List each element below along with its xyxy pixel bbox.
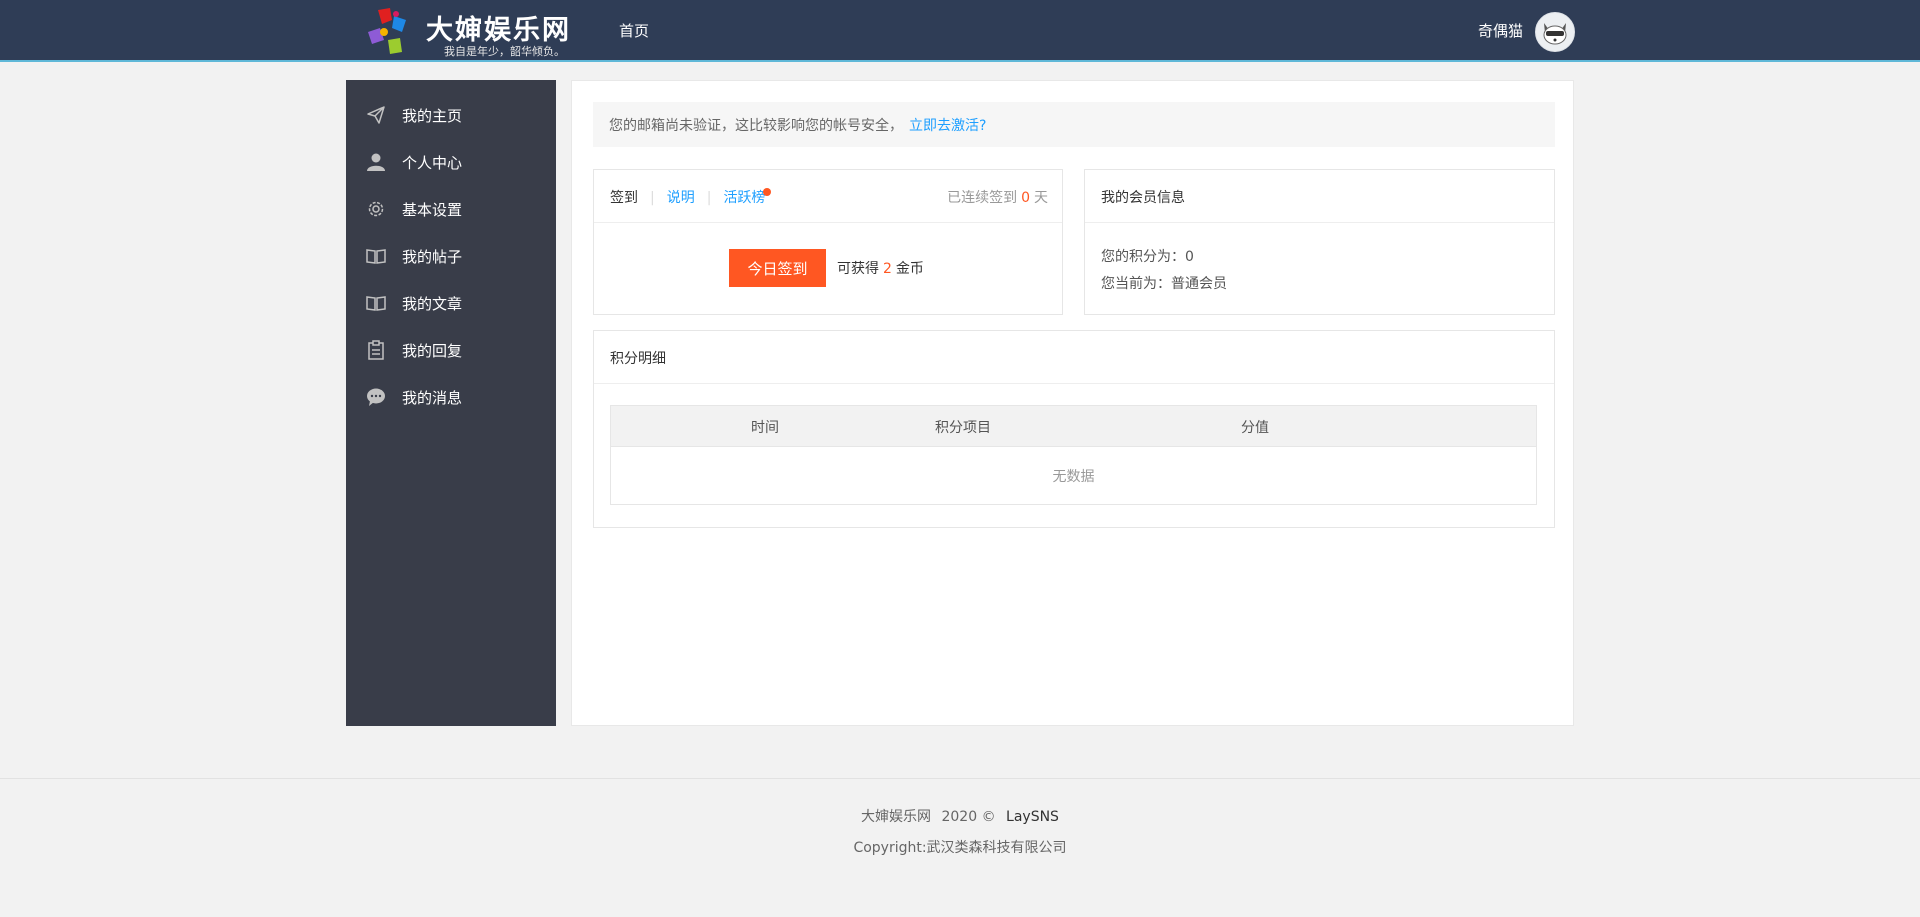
table-header: 时间 积分项目 分值 [611, 406, 1536, 447]
footer-copyright: Copyright:武汉类森科技有限公司 [853, 840, 1067, 856]
site-slogan: 我自是年少，韶华倾负。 [444, 45, 565, 58]
tab-separator: | [706, 190, 712, 206]
member-info-card: 我的会员信息 您的积分为：0 您当前为：普通会员 [1084, 169, 1555, 315]
signin-card: 签到 | 说明 | 活跃榜 已连续签到 0 天 今日签到 可获得 2 金币 [593, 169, 1063, 315]
activate-email-link[interactable]: 立即去激活? [909, 118, 986, 134]
member-level: 您当前为：普通会员 [1101, 276, 1227, 292]
signin-card-header: 签到 | 说明 | 活跃榜 已连续签到 0 天 [594, 170, 1062, 223]
notice-text: 您的邮箱尚未验证，这比较影响您的帐号安全， [609, 118, 903, 134]
user-icon [367, 153, 385, 171]
column-header-time: 时间 [751, 420, 779, 436]
footer-site-name[interactable]: 大婶娱乐网 [861, 809, 931, 825]
points-table: 时间 积分项目 分值 无数据 [610, 405, 1537, 505]
signin-today-button[interactable]: 今日签到 [729, 249, 826, 287]
footer: 大婶娱乐网 2020 © LaySNS Copyright:武汉类森科技有限公司 [0, 778, 1920, 917]
site-logo[interactable]: 大婶娱乐网 我自是年少，韶华倾负。 [364, 6, 574, 58]
chat-icon [367, 388, 385, 406]
sidebar-item-articles[interactable]: 我的文章 [346, 283, 556, 323]
book-icon [366, 249, 386, 264]
notification-dot [763, 188, 772, 196]
notice-text-wrap: 您的邮箱尚未验证，这比较影响您的帐号安全， 立即去激活? [609, 115, 986, 135]
sidebar-item-label: 我的主页 [402, 107, 463, 125]
gear-icon [368, 201, 384, 217]
top-header: 大婶娱乐网 我自是年少，韶华倾负。 首页 奇偶猫 [0, 0, 1920, 62]
main-panel: 您的邮箱尚未验证，这比较影响您的帐号安全， 立即去激活? 签到 | 说明 | 活跃榜 已连… [571, 80, 1574, 726]
username-link[interactable]: 奇偶猫 [1478, 20, 1523, 41]
sidebar-item-posts[interactable]: 我的帖子 [346, 236, 556, 276]
member-card-title: 我的会员信息 [1101, 190, 1185, 206]
sidebar-item-label: 我的回复 [402, 342, 463, 360]
streak-suffix: 天 [1034, 190, 1048, 206]
column-header-value: 分值 [1241, 420, 1269, 436]
tab-active-rank[interactable]: 活跃榜 [723, 188, 772, 206]
sidebar-item-replies[interactable]: 我的回复 [346, 330, 556, 370]
sidebar-item-label: 基本设置 [402, 201, 463, 219]
sidebar: 我的主页 个人中心 基本设置 我的帖子 我的文章 我的回复 我的消息 [346, 80, 556, 726]
reward-amount: 2 [883, 261, 892, 277]
tab-separator: | [650, 190, 655, 206]
sidebar-item-home[interactable]: 我的主页 [346, 95, 556, 135]
points-card-header: 积分明细 [594, 331, 1554, 384]
streak-days: 0 [1021, 190, 1030, 206]
points-detail-card: 积分明细 时间 积分项目 分值 无数据 [593, 330, 1555, 528]
tab-signin[interactable]: 签到 [610, 190, 638, 206]
reward-suffix: 金币 [895, 261, 924, 277]
email-verify-notice: 您的邮箱尚未验证，这比较影响您的帐号安全， 立即去激活? [593, 102, 1555, 147]
site-name: 大婶娱乐网 [426, 15, 571, 46]
table-empty-state: 无数据 [1052, 469, 1095, 485]
sidebar-item-label: 我的文章 [402, 295, 463, 313]
sidebar-item-profile[interactable]: 个人中心 [346, 142, 556, 182]
sidebar-item-settings[interactable]: 基本设置 [346, 189, 556, 229]
book-icon [366, 296, 386, 311]
signin-streak: 已连续签到 0 天 [947, 187, 1048, 207]
avatar[interactable] [1535, 12, 1575, 52]
nav-home-link[interactable]: 首页 [619, 20, 649, 41]
sidebar-item-label: 我的帖子 [402, 248, 463, 266]
logo-flowers-icon [368, 8, 406, 54]
footer-brand-link[interactable]: LaySNS [1006, 809, 1059, 825]
clipboard-icon [368, 340, 384, 360]
signin-tabs: 签到 | 说明 | 活跃榜 [610, 187, 772, 207]
cat-avatar-icon [1536, 13, 1574, 51]
streak-prefix: 已连续签到 [947, 190, 1018, 206]
signin-reward: 可获得 2 金币 [837, 258, 924, 278]
points-card-title: 积分明细 [610, 351, 666, 367]
sidebar-item-label: 我的消息 [402, 389, 463, 407]
tab-explain[interactable]: 说明 [667, 190, 695, 206]
paper-plane-icon [367, 106, 385, 124]
member-card-header: 我的会员信息 [1085, 170, 1554, 223]
footer-year: 2020 © [941, 809, 996, 825]
reward-prefix: 可获得 [837, 261, 879, 277]
footer-line-1: 大婶娱乐网 2020 © LaySNS [0, 806, 1920, 826]
tab-active-rank-label: 活跃榜 [723, 190, 766, 206]
sidebar-item-label: 个人中心 [402, 154, 463, 172]
column-header-item: 积分项目 [935, 420, 991, 436]
member-points: 您的积分为：0 [1101, 249, 1194, 265]
sidebar-item-messages[interactable]: 我的消息 [346, 377, 556, 417]
